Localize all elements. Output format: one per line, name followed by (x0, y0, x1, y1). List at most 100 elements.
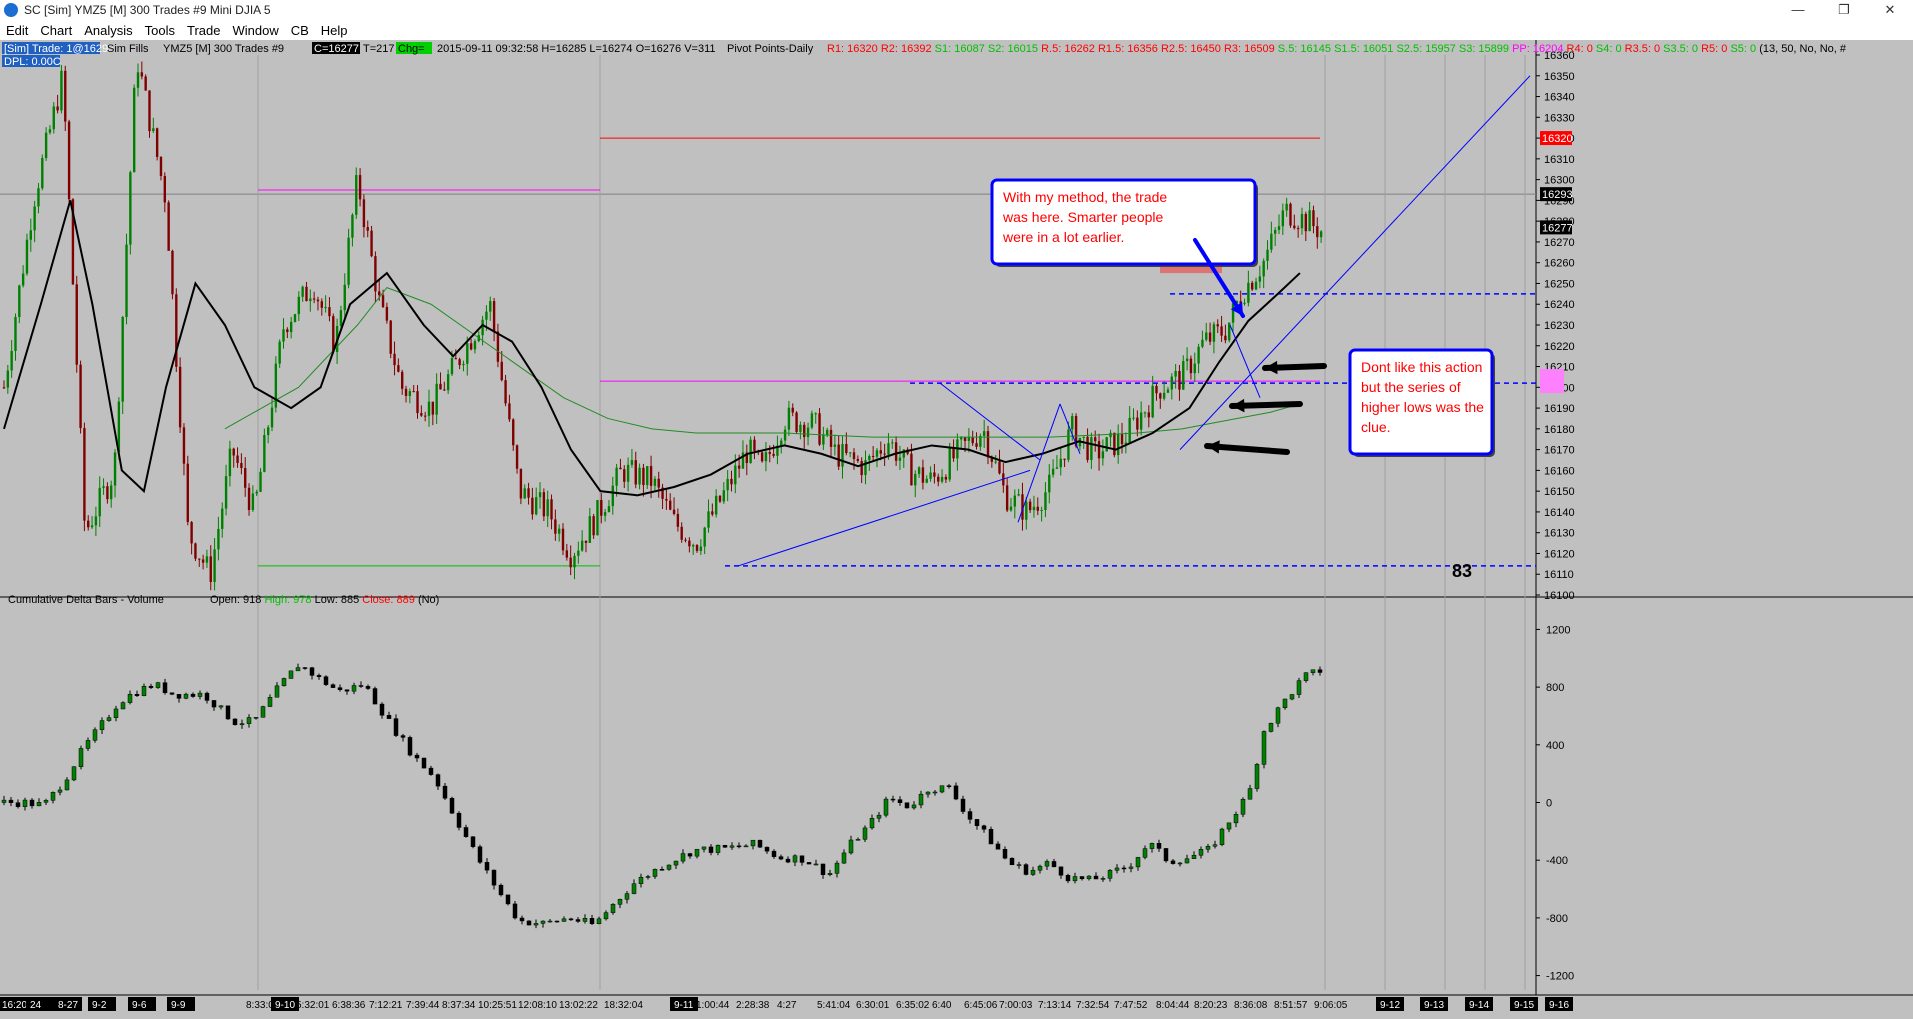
menu-help[interactable]: Help (315, 23, 354, 38)
delta-body (645, 876, 651, 878)
candle-body (205, 556, 209, 563)
delta-body (519, 917, 525, 922)
delta-header: Cumulative Delta Bars - Volume Open: 918… (8, 594, 439, 606)
candle-body (427, 401, 431, 416)
candle-body (653, 478, 657, 486)
date-label: 9-14 (1469, 1000, 1489, 1011)
candle-body (132, 87, 136, 173)
delta-body (351, 685, 357, 692)
candle-body (21, 273, 25, 286)
candle-body (266, 427, 270, 436)
minimize-button[interactable]: — (1775, 0, 1821, 20)
time-label: 1:00:44 (696, 1000, 730, 1011)
candle-body (1032, 506, 1036, 511)
delta-body (694, 848, 700, 857)
delta-body (533, 923, 539, 926)
delta-body (960, 798, 966, 812)
candle-body (1170, 376, 1173, 390)
menu-analysis[interactable]: Analysis (78, 23, 138, 38)
pivot-value: R5: 0 (1701, 43, 1730, 55)
candle-body (596, 500, 599, 536)
delta-body (1114, 867, 1120, 871)
price-tick-label: 16150 (1544, 486, 1575, 498)
delta-stat: Close: 889 (362, 594, 418, 606)
candle-body (994, 461, 997, 463)
candle-body (948, 448, 951, 480)
candle-body (1082, 436, 1085, 438)
price-tick-label: 16240 (1544, 299, 1575, 311)
delta-body (92, 729, 98, 741)
delta-body (743, 845, 749, 848)
candle-body (129, 172, 132, 245)
delta-body (372, 688, 378, 705)
candle-body (481, 319, 484, 336)
delta-body (841, 852, 847, 864)
candle-body (1296, 228, 1300, 230)
delta-body (827, 873, 833, 875)
candle-body (209, 556, 212, 582)
menu-chart[interactable]: Chart (34, 23, 78, 38)
time-label: 12:08:10 (518, 1000, 557, 1011)
menu-window[interactable]: Window (226, 23, 284, 38)
menu-edit[interactable]: Edit (0, 23, 34, 38)
delta-body (1212, 844, 1218, 847)
delta-body (43, 800, 49, 803)
candle-body (25, 239, 29, 274)
candle-body (1197, 346, 1200, 364)
menu-cb[interactable]: CB (285, 23, 315, 38)
menu-tools[interactable]: Tools (139, 23, 181, 38)
candle-body (435, 383, 438, 415)
candle-body (1151, 385, 1154, 418)
time-label: 8:04:44 (1156, 1000, 1190, 1011)
candle-body (887, 443, 890, 455)
delta-body (1205, 846, 1211, 850)
delta-body (470, 836, 476, 847)
candle-body (940, 476, 944, 482)
delta-body (757, 839, 763, 848)
candle-body (102, 486, 105, 488)
study-name: Pivot Points-Daily (727, 43, 814, 55)
delta-body (99, 720, 105, 730)
candle-body (144, 76, 147, 91)
close-button[interactable]: ✕ (1867, 0, 1913, 20)
candle-body (232, 448, 235, 456)
candle-body (496, 331, 500, 362)
delta-body (155, 682, 161, 688)
pivot-value: S3: 15899 (1459, 43, 1512, 55)
candle-body (565, 550, 569, 558)
menu-trade[interactable]: Trade (181, 23, 226, 38)
candle-body (10, 350, 13, 371)
candle-body (446, 374, 450, 391)
candle-body (795, 412, 798, 432)
candle-body (799, 424, 802, 432)
delta-body (925, 791, 931, 795)
pivot-value: S.5: 16145 (1278, 43, 1334, 55)
date-label: 9-6 (132, 1000, 147, 1011)
candle-body (531, 497, 534, 515)
delta-body (610, 904, 616, 913)
pivot-value: S1: 16087 (935, 43, 988, 55)
trading-chart[interactable]: 16100 16110 16120 16130 16140 16150 16160 16170… (0, 40, 1913, 1019)
candle-body (822, 434, 825, 445)
candle-body (236, 455, 239, 463)
candle-body (1212, 324, 1216, 342)
delta-body (274, 685, 280, 698)
candle-body (910, 453, 913, 486)
delta-body (295, 667, 301, 672)
delta-body (281, 678, 287, 687)
price-tick-label: 16130 (1544, 528, 1575, 540)
pivot-value: S1.5: 16051 (1334, 43, 1396, 55)
restore-button[interactable]: ❐ (1821, 0, 1867, 20)
delta-body (932, 791, 938, 794)
symbol-info: YMZ5 [M] 300 Trades #9 (163, 43, 284, 55)
delta-body (176, 694, 182, 699)
candle-body (98, 487, 101, 517)
date-label: 9-13 (1424, 1000, 1444, 1011)
candle-body (408, 391, 412, 396)
candle-body (1116, 433, 1120, 456)
candle-body (1109, 432, 1112, 438)
candle-body (224, 476, 228, 509)
candle-body (649, 466, 653, 486)
candle-body (546, 499, 549, 517)
delta-body (582, 917, 588, 922)
